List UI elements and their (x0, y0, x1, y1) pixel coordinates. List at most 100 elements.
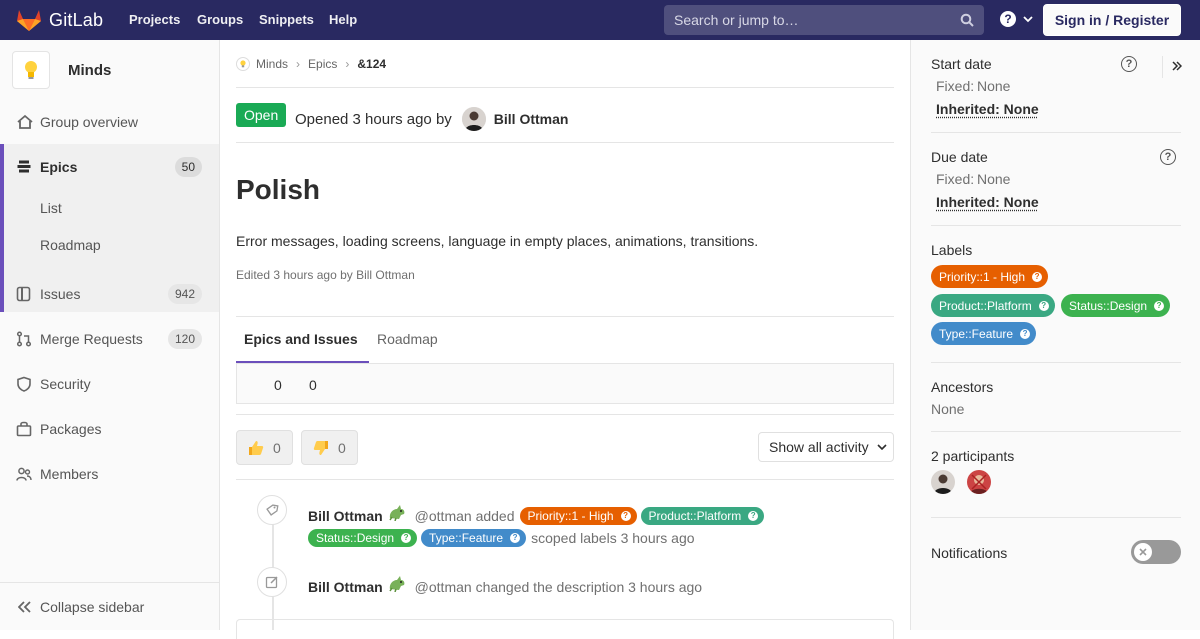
users-icon (16, 466, 32, 482)
note-line-2: Status::Design? Type::Feature? scoped la… (308, 529, 695, 547)
sidebar-item-label: Security (40, 376, 91, 392)
sidebar-item-packages[interactable]: Packages (0, 409, 219, 449)
sidebar-subitem-roadmap[interactable]: Roadmap (0, 225, 219, 265)
nav-projects[interactable]: Projects (129, 12, 180, 27)
participant-avatar-image (931, 470, 955, 494)
label-status[interactable]: Status::Design? (1061, 294, 1170, 317)
tab-epics-and-issues[interactable]: Epics and Issues (244, 331, 358, 347)
search-icon (960, 13, 974, 27)
pencil-square-icon (265, 575, 279, 589)
sign-in-button[interactable]: Sign in / Register (1043, 4, 1181, 36)
thumbsdown-award-button[interactable]: 0 (301, 430, 358, 465)
group-name: Minds (68, 62, 111, 79)
home-icon (16, 114, 34, 130)
group-header[interactable]: Minds (12, 51, 111, 89)
participant-avatar[interactable] (967, 470, 991, 494)
ancestors-title: Ancestors (931, 379, 993, 395)
sidebar-item-security[interactable]: Security (0, 364, 219, 404)
toggle-knob (1134, 543, 1152, 561)
shield-icon (16, 376, 32, 392)
question-icon[interactable]: ? (1160, 149, 1176, 165)
question-icon: ? (999, 10, 1017, 28)
note-author[interactable]: Bill Ottman (308, 508, 383, 524)
question-icon: ? (748, 511, 758, 521)
label-priority[interactable]: Priority::1 - High? (931, 265, 1048, 288)
tab-roadmap[interactable]: Roadmap (377, 331, 438, 347)
label-text: Status::Design (1069, 297, 1147, 315)
start-fixed-value: None (977, 78, 1010, 94)
question-icon: ? (401, 533, 411, 543)
activity-filter-dropdown[interactable]: Show all activity (758, 432, 894, 462)
sidebar-subitem-list[interactable]: List (0, 188, 219, 228)
labels-title: Labels (931, 242, 972, 258)
label-text: Priority::1 - High (528, 507, 614, 525)
help-dropdown[interactable]: ? (999, 10, 1034, 28)
start-inherited[interactable]: Inherited: None (936, 101, 1039, 117)
right-sidebar: Start date ? Fixed: None Inherited: None… (910, 40, 1200, 630)
label-product[interactable]: Product::Platform? (641, 507, 765, 525)
divider (236, 87, 894, 88)
label-type[interactable]: Type::Feature? (421, 529, 526, 547)
breadcrumb-separator-icon: › (296, 57, 300, 71)
dragon-emoji-icon (387, 503, 407, 521)
label-text: Status::Design (316, 529, 394, 547)
group-avatar-small (236, 57, 250, 71)
edited-info: Edited 3 hours ago by Bill Ottman (236, 268, 415, 282)
issues-icon (16, 286, 32, 302)
label-status[interactable]: Status::Design? (308, 529, 417, 547)
divider (931, 431, 1181, 432)
question-icon: ? (510, 533, 520, 543)
note-2-line: Bill Ottman @ottman changed the descript… (308, 579, 702, 595)
label-text: Priority::1 - High (939, 268, 1025, 286)
collapse-sidebar-button[interactable]: Collapse sidebar (0, 582, 219, 630)
sidebar-item-label: Group overview (40, 114, 138, 130)
author-name[interactable]: Bill Ottman (494, 111, 569, 127)
question-icon: ? (1032, 272, 1042, 282)
label-text: Type::Feature (429, 529, 503, 547)
breadcrumb-group[interactable]: Minds (256, 57, 288, 71)
active-tab-indicator (236, 361, 369, 363)
due-inherited[interactable]: Inherited: None (936, 194, 1039, 210)
breadcrumb-current[interactable]: &124 (357, 57, 386, 71)
sidebar-item-issues[interactable]: Issues 942 (0, 274, 219, 314)
issues-count-badge: 942 (168, 284, 202, 304)
epics-count-badge: 50 (175, 157, 202, 177)
search-box[interactable] (664, 5, 984, 35)
double-chevron-right-icon[interactable] (1172, 61, 1182, 71)
gitlab-logo[interactable]: GitLab (16, 8, 103, 32)
collapse-sidebar-label: Collapse sidebar (40, 599, 144, 615)
merge-request-icon (16, 331, 32, 347)
author-avatar[interactable] (462, 107, 486, 131)
sidebar-item-merge-requests[interactable]: Merge Requests 120 (0, 319, 219, 359)
due-fixed-label: Fixed: (936, 171, 974, 187)
comment-box[interactable] (236, 619, 894, 639)
label-type[interactable]: Type::Feature? (931, 322, 1036, 345)
author-avatar-image (462, 107, 486, 131)
search-input[interactable] (674, 12, 944, 28)
epic-icon (17, 159, 31, 173)
participant-avatar[interactable] (931, 470, 955, 494)
question-icon[interactable]: ? (1121, 56, 1137, 72)
thumbsdown-count: 0 (338, 440, 346, 456)
label-text: Type::Feature (939, 325, 1013, 343)
label-product[interactable]: Product::Platform? (931, 294, 1055, 317)
divider (236, 414, 894, 415)
nav-groups[interactable]: Groups (197, 12, 243, 27)
question-icon: ? (1020, 329, 1030, 339)
sidebar-item-group-overview[interactable]: Group overview (0, 102, 219, 142)
dragon-emoji-icon (387, 574, 407, 592)
nav-snippets[interactable]: Snippets (259, 12, 314, 27)
sidebar-item-members[interactable]: Members (0, 454, 219, 494)
notifications-toggle[interactable] (1131, 540, 1181, 564)
note-author[interactable]: Bill Ottman (308, 579, 383, 595)
thumbsup-award-button[interactable]: 0 (236, 430, 293, 465)
sidebar-item-epics[interactable]: Epics 50 (0, 147, 219, 187)
question-icon: ? (1039, 301, 1049, 311)
question-icon: ? (1154, 301, 1164, 311)
label-priority[interactable]: Priority::1 - High? (520, 507, 637, 525)
note-label-icon-wrapper (257, 495, 287, 525)
breadcrumb-epics[interactable]: Epics (308, 57, 337, 71)
tag-icon (265, 503, 279, 517)
due-fixed-value: None (977, 171, 1010, 187)
nav-help[interactable]: Help (329, 12, 357, 27)
